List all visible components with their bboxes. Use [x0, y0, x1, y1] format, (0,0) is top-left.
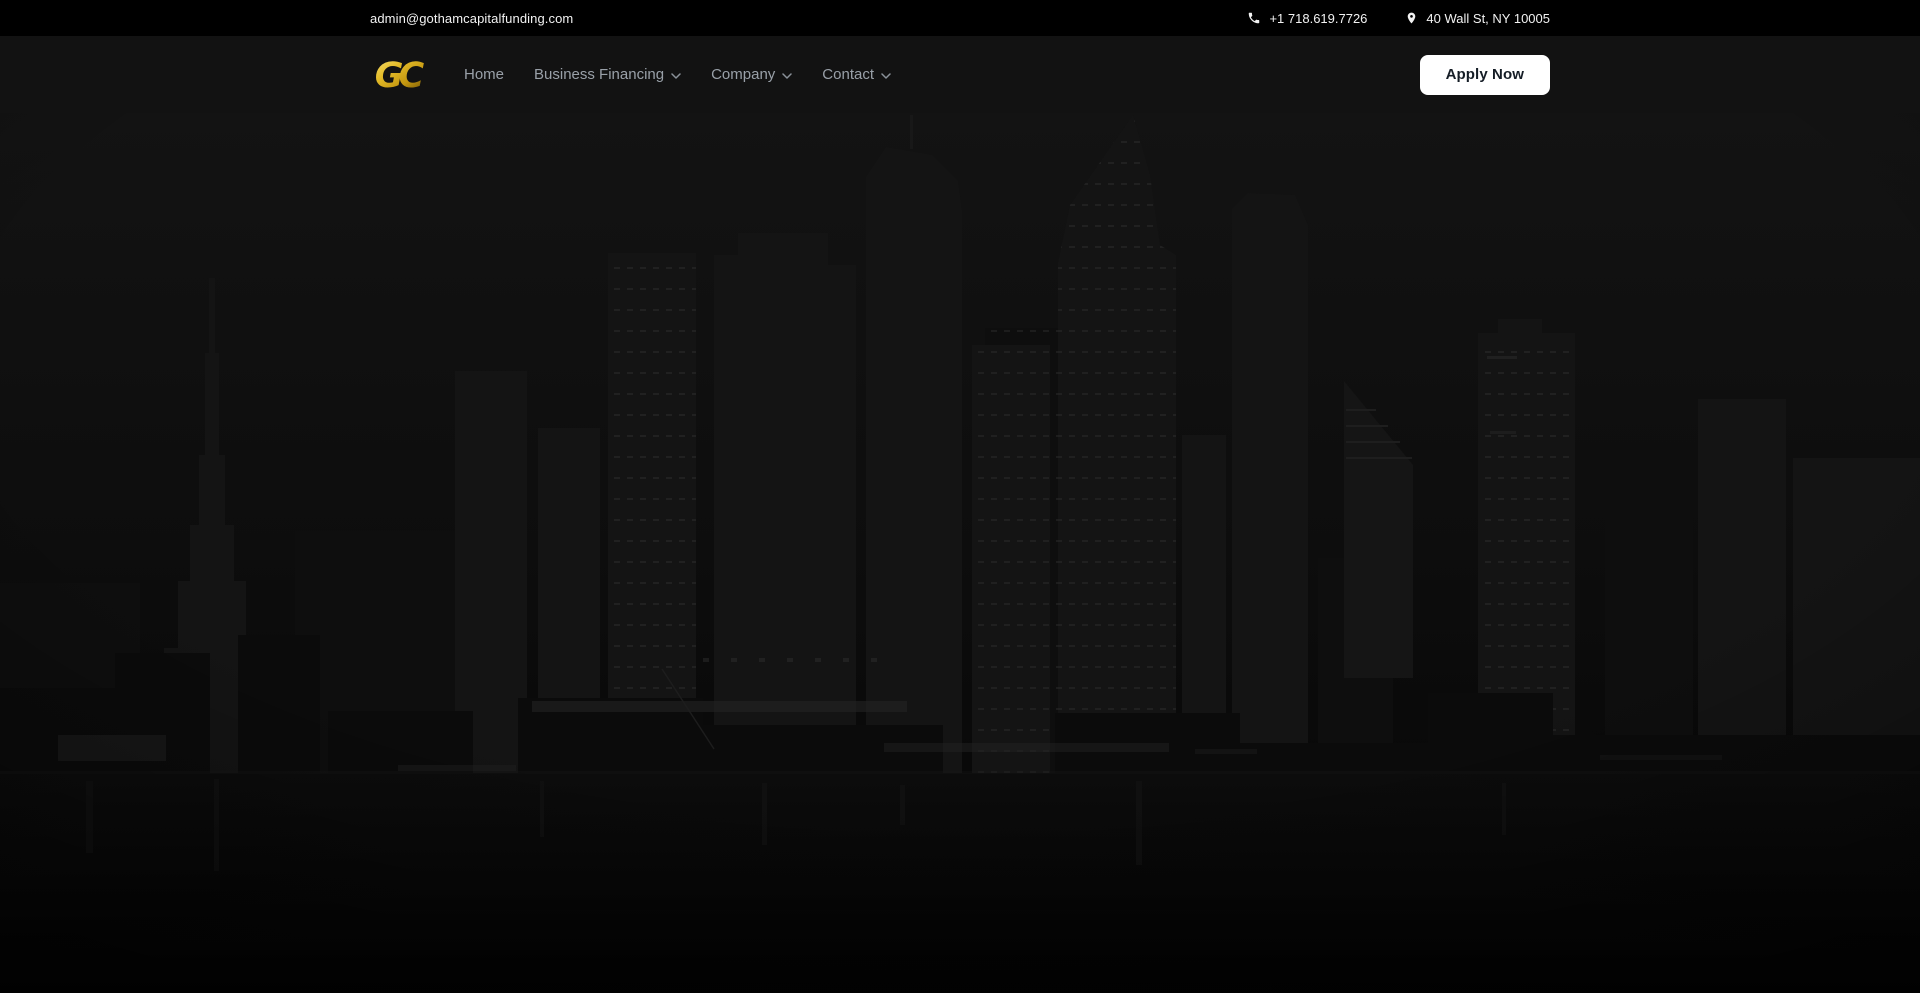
address-link[interactable]: 40 Wall St, NY 10005	[1405, 11, 1550, 26]
nav-item-business-financing[interactable]: Business Financing	[534, 67, 681, 82]
phone-icon	[1247, 11, 1261, 25]
top-contact-bar: admin@gothamcapitalfunding.com +1 718.61…	[0, 0, 1920, 36]
page: admin@gothamcapitalfunding.com +1 718.61…	[0, 0, 1920, 993]
nav-item-label: Business Financing	[534, 67, 664, 82]
vignette-overlay	[0, 113, 1920, 993]
phone-number: +1 718.619.7726	[1269, 11, 1367, 26]
location-pin-icon	[1405, 11, 1418, 25]
chevron-down-icon	[671, 73, 681, 79]
nav-menu: Home Business Financing Company	[464, 67, 891, 82]
logo[interactable]: GC	[370, 54, 424, 96]
email-link[interactable]: admin@gothamcapitalfunding.com	[370, 11, 573, 26]
hero-skyline-image	[0, 113, 1920, 993]
main-navbar: GC Home Business Financing Company	[0, 36, 1920, 113]
topbar-contacts: +1 718.619.7726 40 Wall St, NY 10005	[1247, 11, 1550, 26]
nav-item-company[interactable]: Company	[711, 67, 792, 82]
apply-now-button[interactable]: Apply Now	[1420, 55, 1550, 95]
nav-item-label: Company	[711, 67, 775, 82]
nav-item-label: Home	[464, 67, 504, 82]
phone-link[interactable]: +1 718.619.7726	[1247, 11, 1367, 26]
gc-logo-icon: GC	[370, 54, 424, 96]
svg-text:GC: GC	[375, 56, 424, 96]
nav-item-contact[interactable]: Contact	[822, 67, 891, 82]
nav-item-label: Contact	[822, 67, 874, 82]
address-text: 40 Wall St, NY 10005	[1426, 11, 1550, 26]
nav-item-home[interactable]: Home	[464, 67, 504, 82]
hero-section	[0, 113, 1920, 993]
chevron-down-icon	[782, 73, 792, 79]
chevron-down-icon	[881, 73, 891, 79]
